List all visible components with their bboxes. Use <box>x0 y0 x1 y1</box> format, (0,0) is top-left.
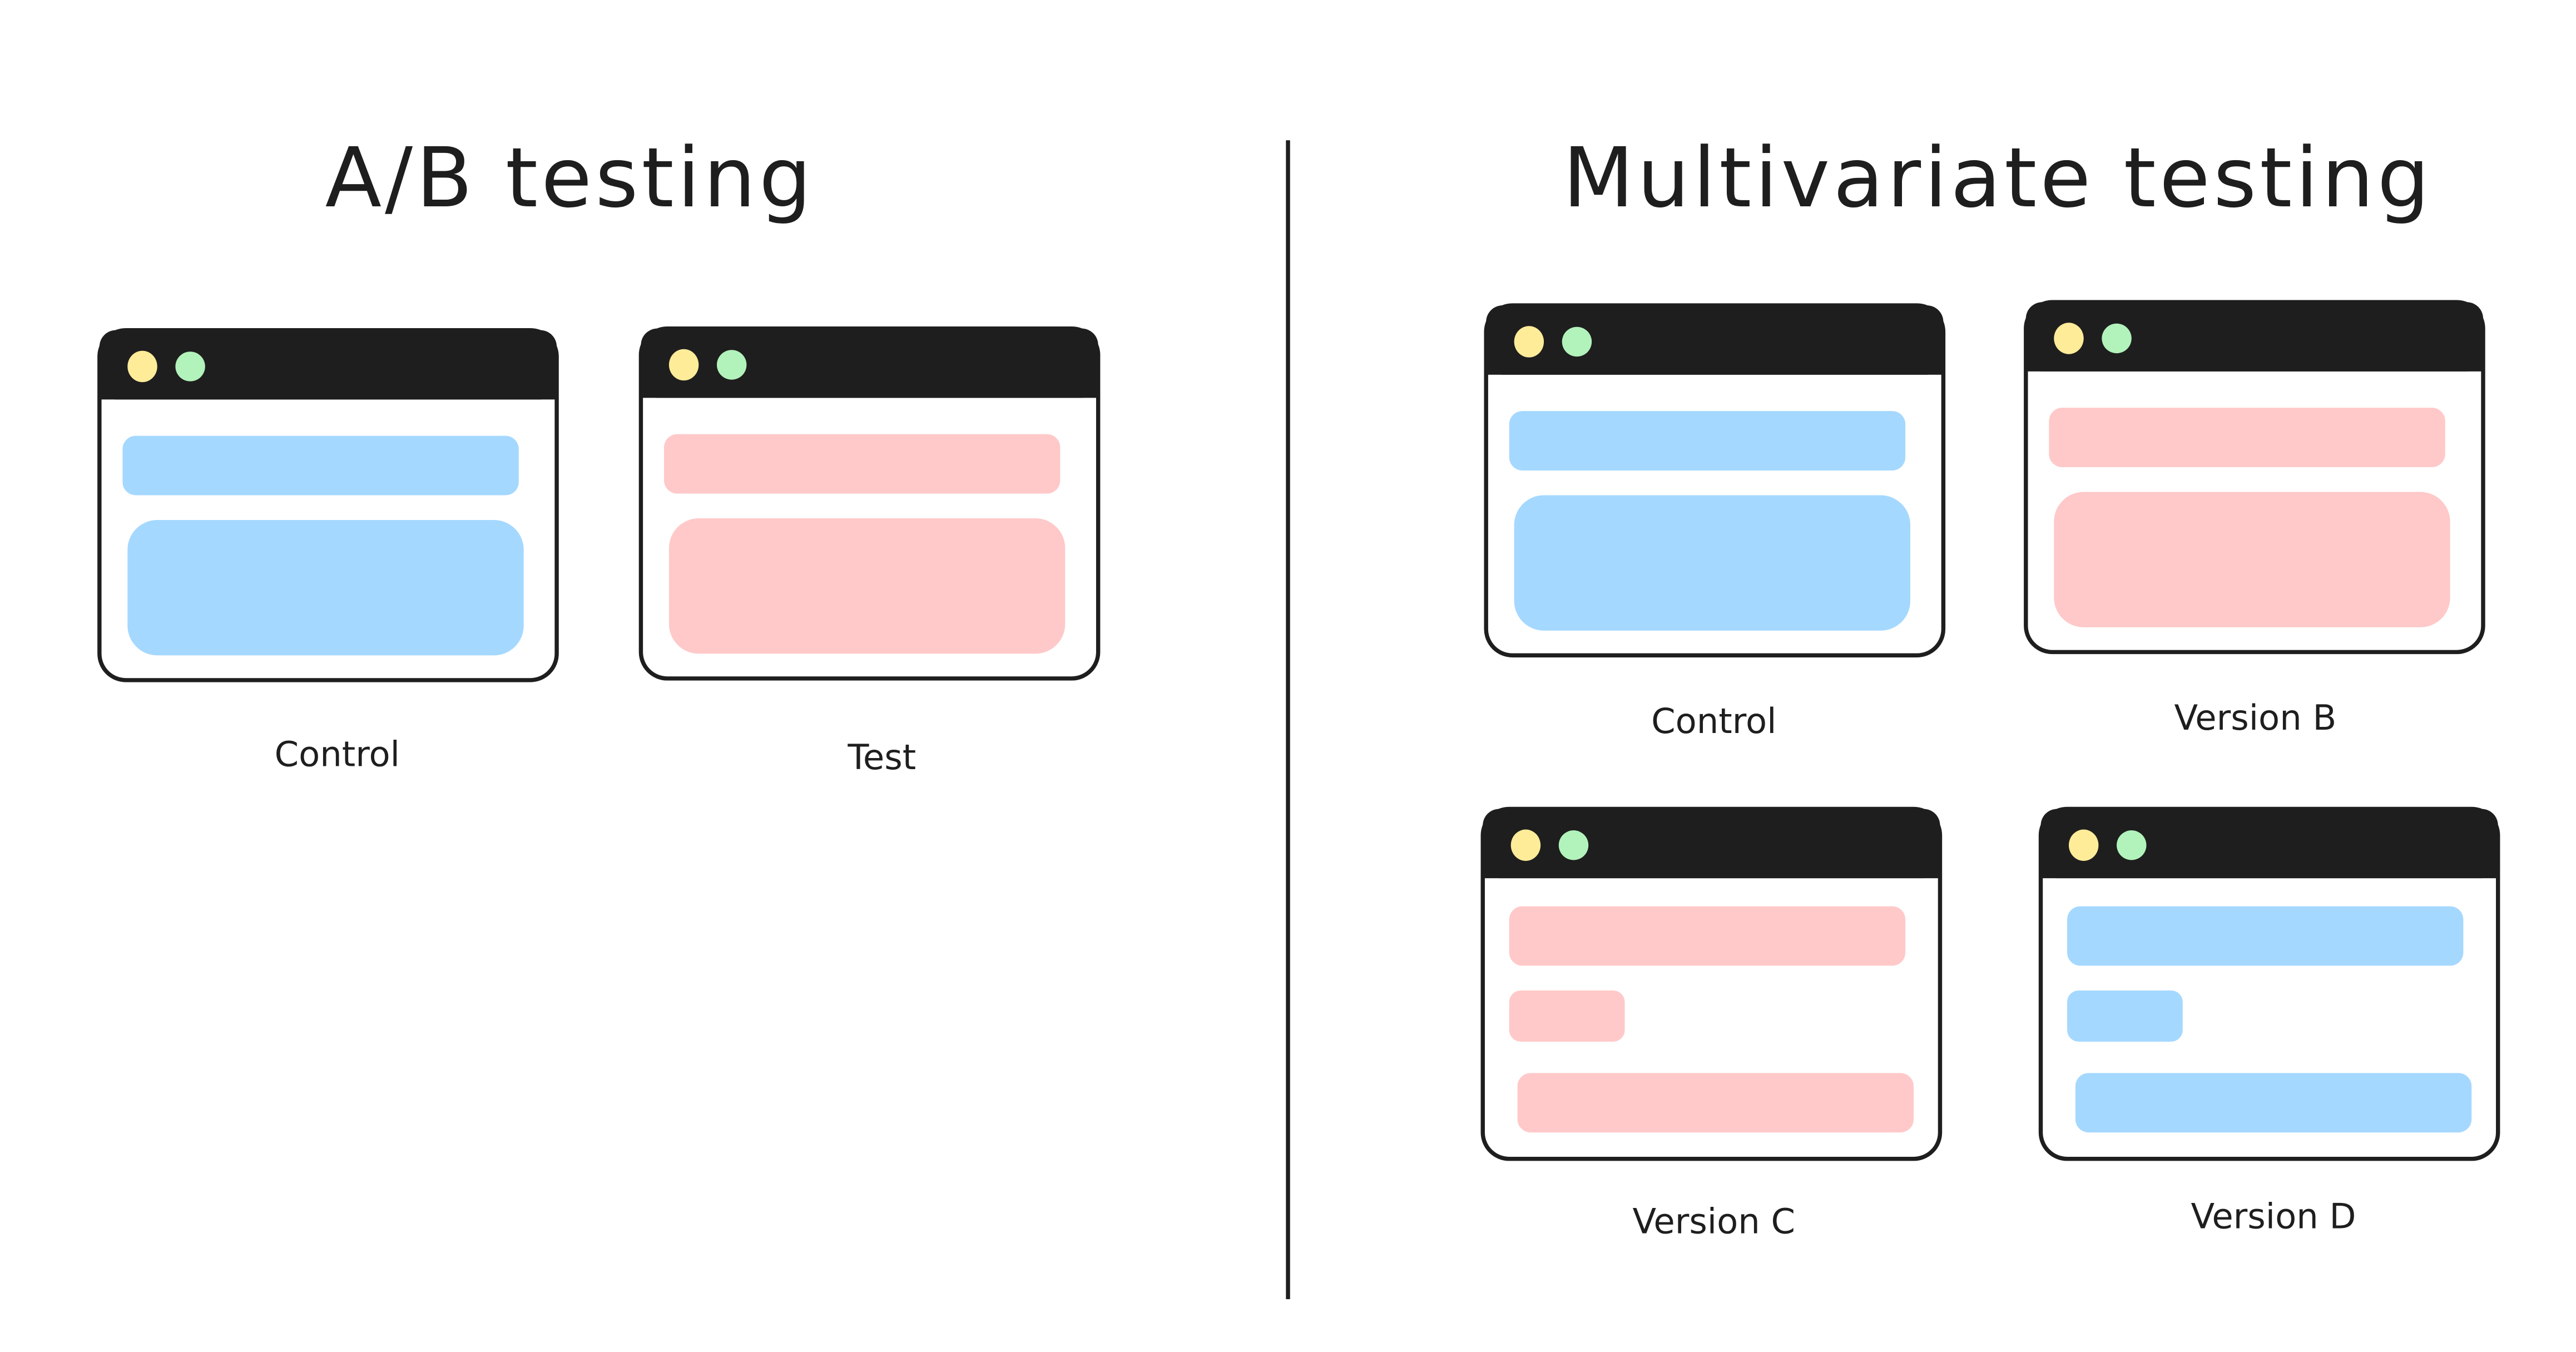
multivariate-testing-title: Multivariate testing <box>1563 130 2433 226</box>
content-body-block <box>668 518 1066 654</box>
window-mockups <box>97 300 2500 1161</box>
content-bar-2 <box>1509 990 1625 1042</box>
content-bar-3 <box>1517 1073 1914 1133</box>
window-mv-version-d <box>2038 806 2500 1161</box>
content-body-block <box>2054 492 2450 627</box>
window-dot-green-icon <box>175 351 205 382</box>
content-header-block <box>2049 408 2445 468</box>
window-dot-yellow-icon <box>1510 829 1541 861</box>
window-ab-test <box>638 326 1101 681</box>
content-header-block <box>664 434 1061 494</box>
content-body-block <box>127 520 524 656</box>
ab-label-test: Test <box>847 737 916 777</box>
window-ab-control <box>97 328 559 682</box>
window-title-bar-base <box>1483 841 1940 879</box>
mv-label-version-b: Version B <box>2174 697 2337 738</box>
window-title-bar-base <box>2040 841 2498 879</box>
window-title-bar-base <box>1486 338 1944 375</box>
window-title-bar-base <box>2025 335 2484 372</box>
content-header-block <box>1509 411 1906 471</box>
mv-label-control: Control <box>1651 701 1776 741</box>
window-dot-green-icon <box>716 350 747 380</box>
window-dot-green-icon <box>2117 830 2147 860</box>
window-dot-green-icon <box>1558 830 1589 860</box>
content-body-block <box>1514 495 1911 631</box>
window-dot-yellow-icon <box>1514 326 1544 358</box>
window-title-bar-base <box>641 361 1098 398</box>
window-dot-yellow-icon <box>668 349 699 381</box>
window-mv-control <box>1484 303 1946 658</box>
window-dot-yellow-icon <box>2068 829 2099 861</box>
content-header-block <box>122 435 519 496</box>
window-dot-green-icon <box>2102 323 2132 354</box>
ab-testing-title: A/B testing <box>325 130 815 226</box>
window-dot-yellow-icon <box>2054 323 2084 354</box>
content-bar-2 <box>2067 990 2183 1042</box>
content-bar-1 <box>1509 906 1906 966</box>
window-title-bar-base <box>99 363 557 400</box>
content-bar-1 <box>2067 906 2464 966</box>
ab-label-control: Control <box>275 734 400 774</box>
window-mv-version-b <box>2024 300 2485 655</box>
window-mv-version-c <box>1480 806 1943 1161</box>
mv-label-version-d: Version D <box>2191 1196 2356 1236</box>
window-dot-green-icon <box>1562 326 1592 357</box>
window-dot-yellow-icon <box>127 350 157 383</box>
content-bar-3 <box>2075 1073 2472 1133</box>
mv-label-version-c: Version C <box>1633 1201 1796 1241</box>
ab-vs-multivariate-diagram: A/B testing Multivariate testing Control… <box>97 130 2500 1300</box>
